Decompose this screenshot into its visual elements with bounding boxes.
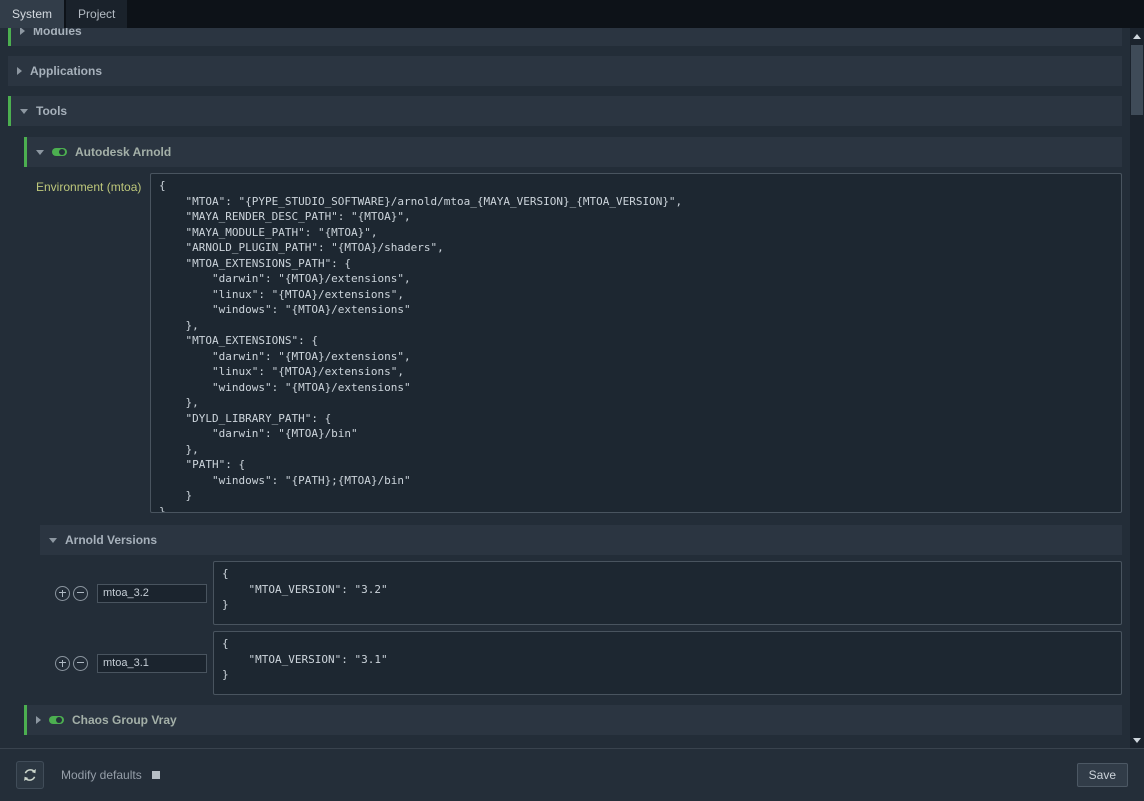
- modify-defaults-label: Modify defaults: [61, 768, 142, 782]
- section-label: Arnold Versions: [65, 533, 157, 547]
- section-label: Tools: [36, 104, 67, 118]
- group-header-autodesk-arnold[interactable]: Autodesk Arnold: [24, 137, 1122, 167]
- version-row: { "MTOA_VERSION": "3.1" }: [40, 631, 1122, 695]
- tab-system[interactable]: System: [0, 0, 64, 28]
- version-json-textarea[interactable]: { "MTOA_VERSION": "3.1" }: [213, 631, 1122, 695]
- minus-icon: [77, 662, 84, 663]
- chevron-down-icon: [36, 150, 44, 155]
- tools-section-body: Autodesk Arnold Environment (mtoa) { "MT…: [8, 137, 1122, 735]
- version-row-controls: [40, 561, 207, 625]
- scrollbar-thumb[interactable]: [1131, 45, 1143, 115]
- arnold-enabled-toggle[interactable]: [52, 148, 67, 156]
- chevron-right-icon: [36, 716, 41, 724]
- group-label: Autodesk Arnold: [75, 145, 171, 159]
- section-label: Modules: [33, 28, 82, 38]
- tab-project[interactable]: Project: [66, 0, 127, 28]
- section-header-applications[interactable]: Applications: [8, 56, 1122, 86]
- arrow-down-icon: [1133, 738, 1141, 743]
- remove-version-button[interactable]: [73, 586, 88, 601]
- save-button[interactable]: Save: [1077, 763, 1128, 787]
- section-header-arnold-versions[interactable]: Arnold Versions: [40, 525, 1122, 555]
- add-version-button[interactable]: [55, 656, 70, 671]
- plus-icon-bar: [62, 590, 63, 597]
- version-name-input[interactable]: [97, 584, 207, 603]
- group-header-chaos-group-vray[interactable]: Chaos Group Vray: [24, 705, 1122, 735]
- refresh-button[interactable]: [16, 761, 44, 789]
- plus-icon: [59, 662, 66, 663]
- version-json-textarea[interactable]: { "MTOA_VERSION": "3.2" }: [213, 561, 1122, 625]
- settings-window: System Project Modules Applications Tool…: [0, 0, 1144, 801]
- refresh-icon: [22, 767, 38, 783]
- environment-row: Environment (mtoa) { "MTOA": "{PYPE_STUD…: [24, 173, 1122, 513]
- arnold-versions-section: Arnold Versions { "MTOA_VERSION": ": [40, 525, 1122, 695]
- section-header-modules[interactable]: Modules: [8, 28, 1122, 46]
- plus-icon: [59, 592, 66, 593]
- minus-icon: [77, 592, 84, 593]
- settings-content: Modules Applications Tools Autodesk Arno…: [0, 28, 1130, 748]
- version-name-input[interactable]: [97, 654, 207, 673]
- add-version-button[interactable]: [55, 586, 70, 601]
- chevron-down-icon: [20, 109, 28, 114]
- section-header-tools[interactable]: Tools: [8, 96, 1122, 126]
- chevron-right-icon: [17, 67, 22, 75]
- environment-mtoa-label: Environment (mtoa): [24, 173, 150, 513]
- remove-version-button[interactable]: [73, 656, 88, 671]
- chevron-down-icon: [49, 538, 57, 543]
- arrow-up-icon: [1133, 34, 1141, 39]
- chevron-right-icon: [20, 28, 25, 35]
- modify-defaults-checkbox[interactable]: [152, 771, 160, 779]
- top-tab-bar: System Project: [0, 0, 1144, 28]
- scroll-up-button[interactable]: [1130, 29, 1144, 43]
- environment-mtoa-textarea[interactable]: { "MTOA": "{PYPE_STUDIO_SOFTWARE}/arnold…: [150, 173, 1122, 513]
- section-label: Applications: [30, 64, 102, 78]
- vray-enabled-toggle[interactable]: [49, 716, 64, 724]
- group-label: Chaos Group Vray: [72, 713, 177, 727]
- plus-icon-bar: [62, 660, 63, 667]
- scrollbar-track[interactable]: [1130, 28, 1144, 748]
- scroll-down-button[interactable]: [1130, 733, 1144, 747]
- footer-bar: Modify defaults Save: [0, 748, 1144, 801]
- version-row: { "MTOA_VERSION": "3.2" }: [40, 561, 1122, 625]
- version-row-controls: [40, 631, 207, 695]
